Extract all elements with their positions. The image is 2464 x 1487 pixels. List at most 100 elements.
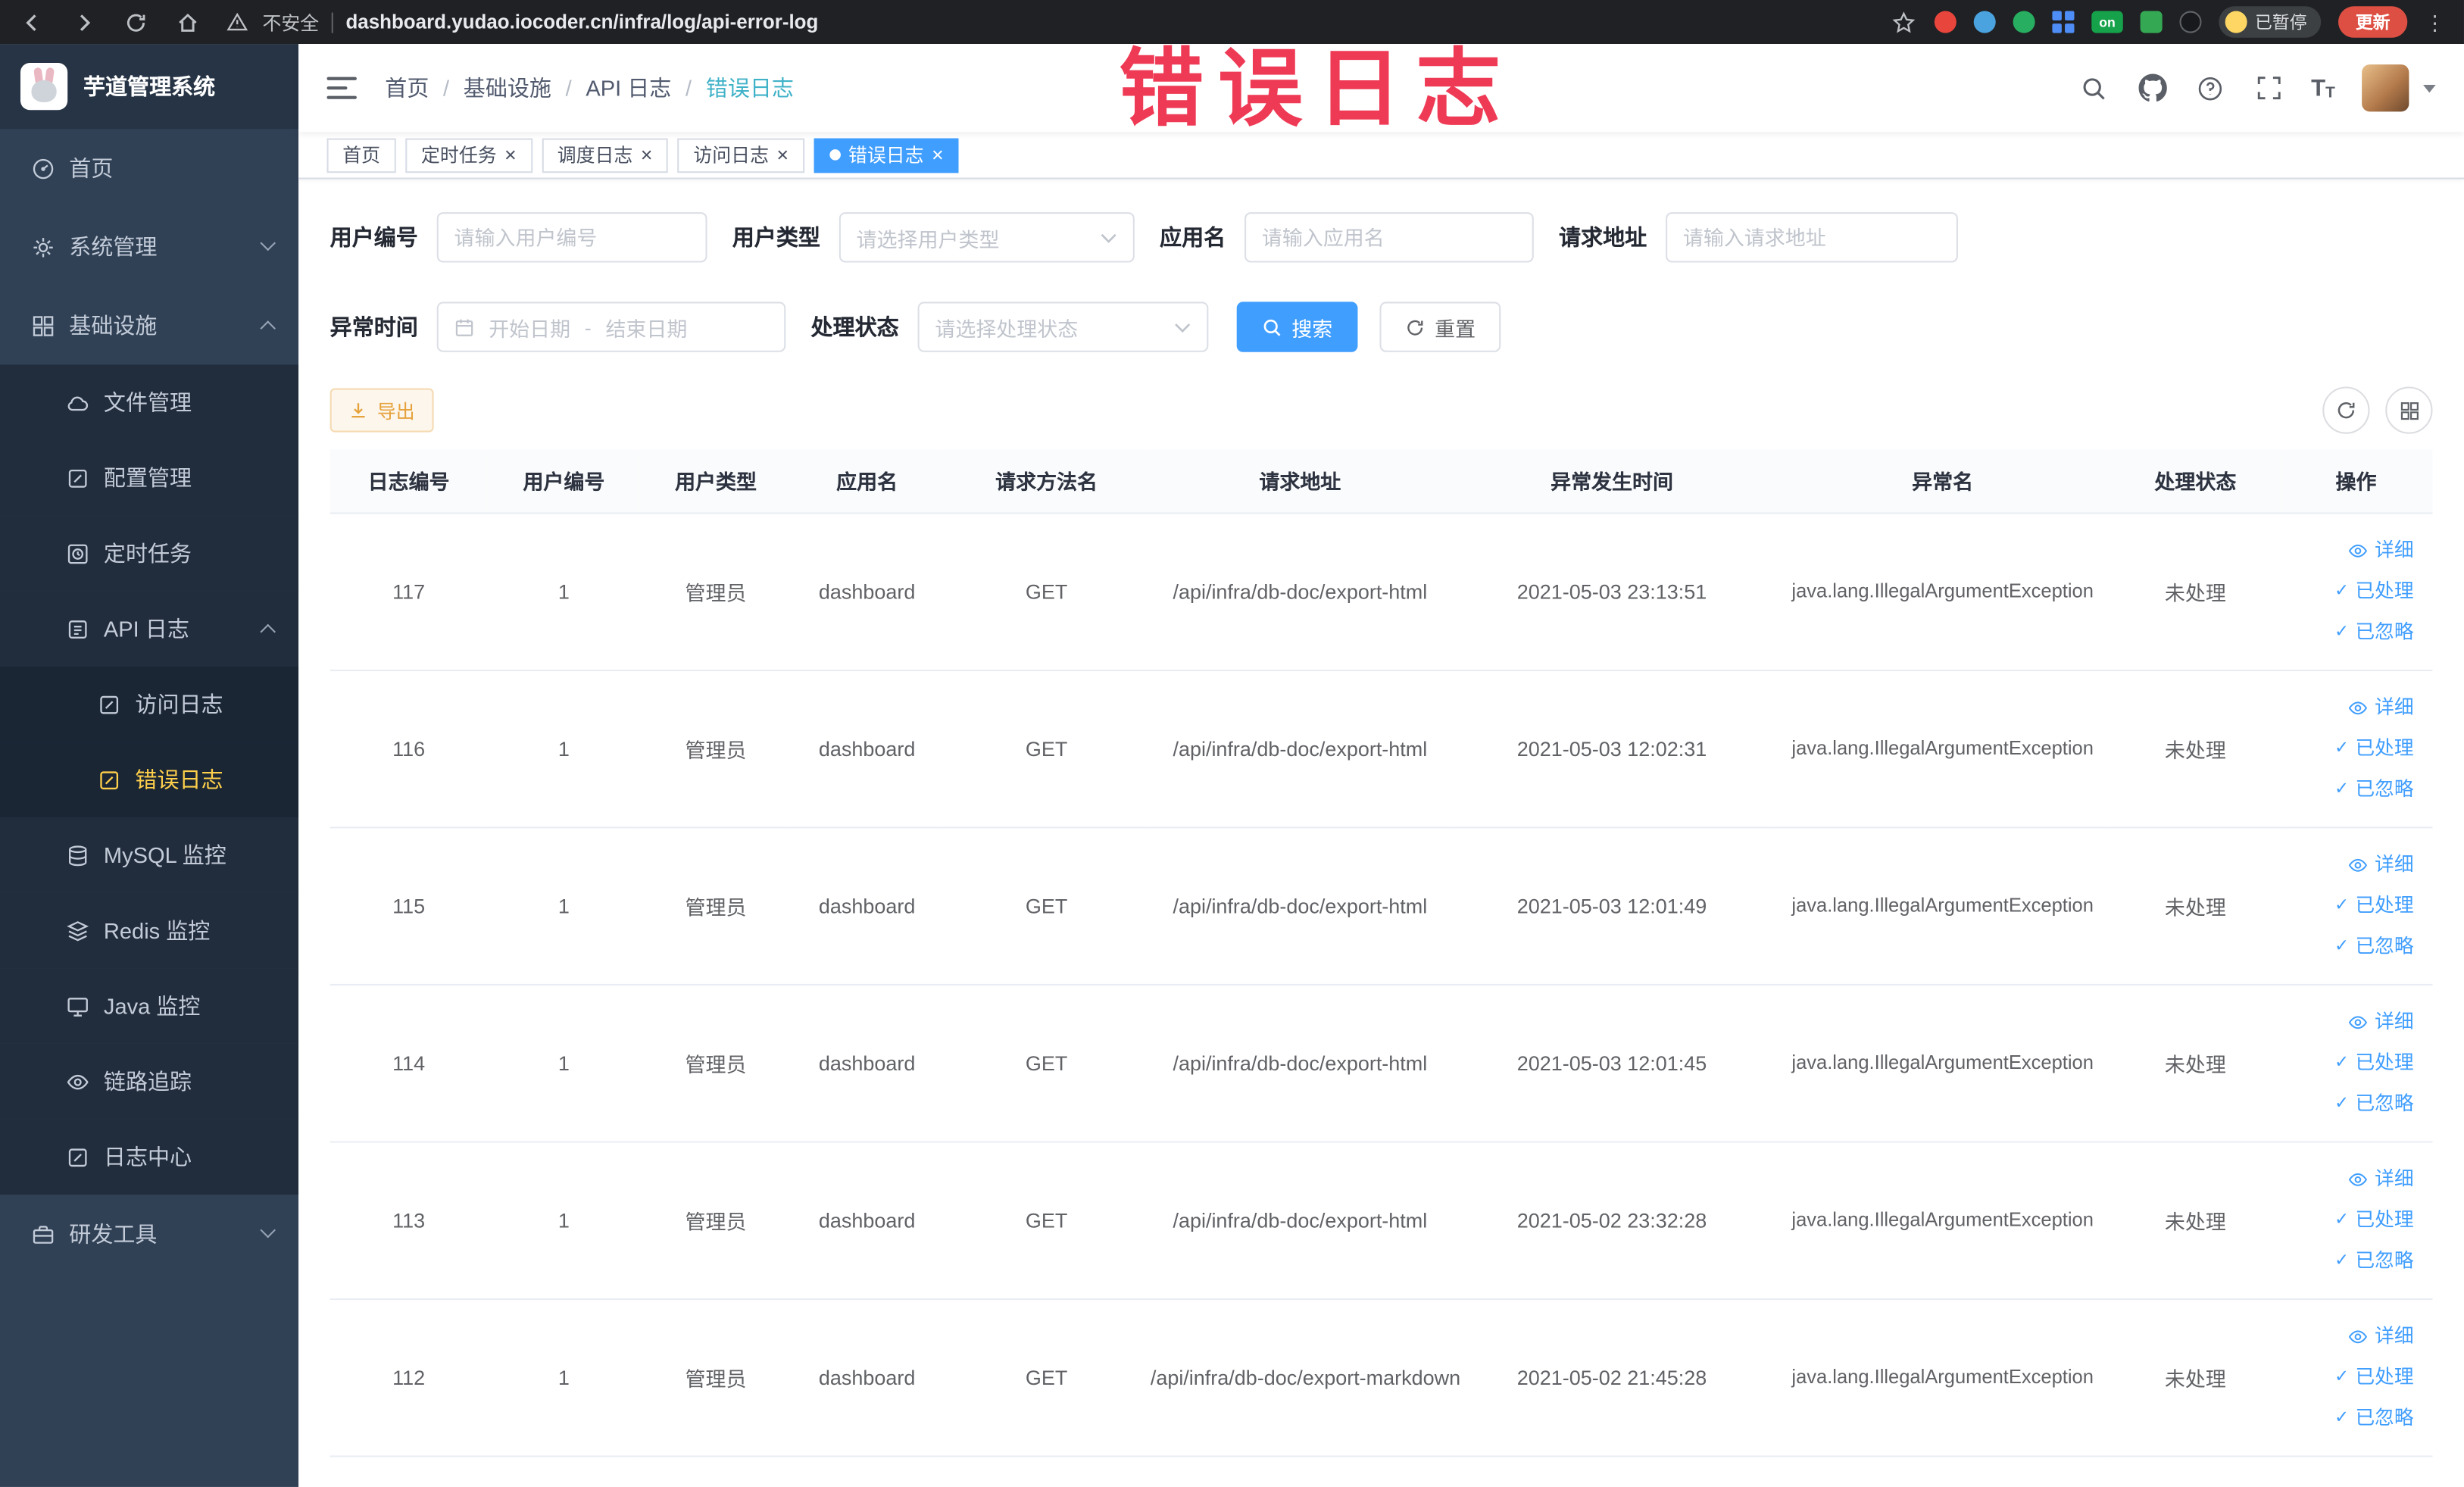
range-separator: - (584, 315, 592, 339)
sidebar-item-scheduled-jobs[interactable]: 定时任务 (0, 515, 299, 592)
select-placeholder: 请选择用户类型 (856, 226, 1000, 251)
mark-processed-link[interactable]: ✓ 已处理 (2280, 1199, 2414, 1240)
detail-link[interactable]: 详细 (2280, 1316, 2414, 1357)
cell-user-type: 管理员 (640, 826, 792, 985)
mark-processed-link[interactable]: ✓ 已处理 (2280, 728, 2414, 769)
reset-button-label: 重置 (1435, 317, 1476, 341)
extension-icon-red[interactable] (1934, 11, 1957, 33)
extension-icon-grid[interactable] (2052, 11, 2075, 33)
cell-status: 未处理 (2111, 1141, 2280, 1299)
sidebar-item-mysql-monitor[interactable]: MySQL 监控 (0, 817, 299, 893)
extension-icon-on-badge[interactable]: on (2091, 11, 2123, 33)
sidebar-item-java-monitor[interactable]: Java 监控 (0, 968, 299, 1044)
close-icon[interactable]: × (641, 145, 653, 165)
process-status-select[interactable]: 请选择处理状态 (917, 301, 1209, 352)
detail-link[interactable]: 详细 (2280, 844, 2414, 885)
app-logo[interactable]: 芋道管理系统 (0, 44, 299, 130)
cell-actions: 详细 ✓ 已处理 ✓ 已忽略 (2279, 669, 2433, 828)
mark-processed-link[interactable]: ✓ 已处理 (2280, 885, 2414, 926)
detail-link[interactable]: 详细 (2280, 1158, 2414, 1199)
close-icon[interactable]: × (504, 145, 517, 165)
exception-time-range-picker[interactable]: 开始日期 - 结束日期 (436, 301, 786, 352)
browser-update-button[interactable]: 更新 (2338, 6, 2408, 38)
extension-icon-paw[interactable] (2179, 11, 2202, 33)
sidebar-item-devtools[interactable]: 研发工具 (0, 1195, 298, 1273)
detail-link[interactable]: 详细 (2280, 530, 2414, 570)
column-settings-button[interactable] (2385, 386, 2433, 434)
tag-label: 调度日志 (557, 144, 633, 167)
mark-processed-link[interactable]: ✓ 已处理 (2280, 570, 2414, 611)
close-icon[interactable]: × (932, 145, 944, 165)
detail-link[interactable]: 详细 (2280, 1001, 2414, 1042)
fullscreen-icon[interactable] (2253, 72, 2284, 103)
close-icon[interactable]: × (776, 145, 789, 165)
sidebar-item-api-log[interactable]: API 日志 (0, 591, 299, 667)
sidebar-item-infra[interactable]: 基础设施 (0, 286, 298, 365)
font-size-icon[interactable]: TT (2311, 75, 2335, 102)
export-button[interactable]: 导出 (329, 388, 434, 433)
mark-ignored-link[interactable]: ✓ 已忽略 (2280, 611, 2414, 652)
mark-ignored-link[interactable]: ✓ 已忽略 (2280, 769, 2414, 810)
sidebar-item-config-manage[interactable]: 配置管理 (0, 440, 299, 516)
mark-processed-link[interactable]: ✓ 已处理 (2280, 1357, 2414, 1398)
reset-button[interactable]: 重置 (1379, 301, 1501, 352)
forward-icon[interactable] (70, 8, 97, 35)
request-url-input[interactable] (1666, 212, 1958, 263)
paused-badge[interactable]: 已暂停 (2219, 6, 2322, 38)
tab-schedule-log[interactable]: 调度日志 × (541, 137, 669, 173)
back-icon[interactable] (19, 8, 45, 35)
mark-ignored-link[interactable]: ✓ 已忽略 (2280, 1240, 2414, 1281)
browser-menu-icon[interactable]: ⋮ (2425, 12, 2445, 33)
extension-icon-blue-drop[interactable] (1973, 11, 1996, 33)
help-icon[interactable] (2195, 72, 2226, 103)
filter-label-process-status: 处理状态 (810, 314, 899, 340)
address-bar-url[interactable]: dashboard.yudao.iocoder.cn/infra/log/api… (345, 11, 818, 33)
tab-access-log[interactable]: 访问日志 × (677, 137, 804, 173)
sidebar-item-file-manage[interactable]: 文件管理 (0, 364, 299, 440)
cell-actions: 详细 ✓ 已处理 ✓ 已忽略 (2279, 1298, 2433, 1457)
tab-error-log[interactable]: 错误日志 × (814, 137, 960, 173)
sidebar-item-system[interactable]: 系统管理 (0, 208, 298, 286)
refresh-list-button[interactable] (2322, 386, 2370, 434)
extension-icon-green-circle[interactable] (2013, 11, 2035, 33)
github-icon[interactable] (2137, 72, 2168, 103)
sidebar-item-redis-monitor[interactable]: Redis 监控 (0, 892, 299, 969)
mark-ignored-link[interactable]: ✓ 已忽略 (2280, 926, 2414, 967)
sidebar-item-log-center[interactable]: 日志中心 (0, 1119, 299, 1195)
column-header-user-id: 用户编号 (487, 449, 641, 514)
breadcrumb-api-log[interactable]: API 日志 (586, 72, 671, 103)
detail-link[interactable]: 详细 (2280, 687, 2414, 728)
reload-icon[interactable] (123, 8, 149, 35)
file-cloud-icon (67, 395, 89, 411)
eye-icon (2349, 1172, 2368, 1186)
mark-ignored-link[interactable]: ✓ 已忽略 (2280, 1083, 2414, 1124)
user-type-select[interactable]: 请选择用户类型 (839, 212, 1135, 263)
check-icon: ✓ (2334, 1407, 2350, 1427)
cell-user-type: 管理员 (640, 983, 792, 1142)
tab-scheduled-jobs[interactable]: 定时任务 × (405, 137, 532, 173)
column-header-actions: 操作 (2279, 449, 2433, 514)
breadcrumb-infra[interactable]: 基础设施 (464, 72, 551, 103)
avatar[interactable] (2362, 64, 2409, 112)
tab-home[interactable]: 首页 (326, 137, 396, 173)
mark-ignored-link[interactable]: ✓ 已忽略 (2280, 1398, 2414, 1439)
extension-icon-leaf[interactable] (2140, 11, 2163, 33)
security-label[interactable]: 不安全 (262, 8, 319, 35)
home-icon[interactable] (174, 8, 201, 35)
sidebar-item-home[interactable]: 首页 (0, 129, 298, 208)
sidebar-item-link-tracing[interactable]: 链路追踪 (0, 1043, 299, 1120)
cell-user-id: 1 (487, 983, 641, 1142)
top-navbar: 首页 / 基础设施 / API 日志 / 错误日志 TT (298, 44, 2464, 133)
sidebar-toggle-icon[interactable] (326, 77, 357, 99)
user-id-input[interactable] (436, 212, 707, 263)
mark-processed-link[interactable]: ✓ 已处理 (2280, 1042, 2414, 1083)
search-button[interactable]: 搜索 (1236, 301, 1358, 352)
app-name-input[interactable] (1244, 212, 1534, 263)
avatar-caret-icon[interactable] (2423, 84, 2436, 92)
search-icon[interactable] (2078, 72, 2110, 103)
download-icon (351, 403, 365, 418)
breadcrumb-home[interactable]: 首页 (385, 72, 429, 103)
bookmark-star-icon[interactable] (1891, 8, 1917, 35)
sidebar-item-access-log[interactable]: 访问日志 (0, 666, 299, 742)
sidebar-item-error-log[interactable]: 错误日志 (0, 742, 299, 817)
